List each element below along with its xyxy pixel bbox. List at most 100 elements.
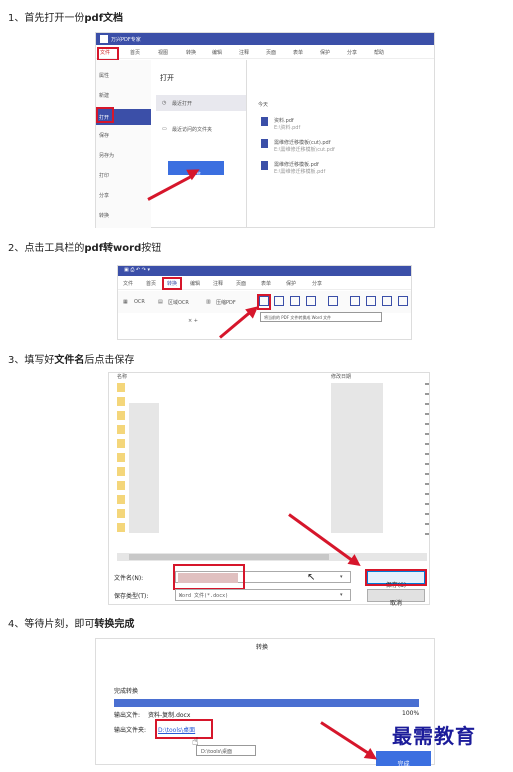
filetype-value: Word 文件(*.docx)	[179, 593, 229, 599]
menu-page[interactable]: 页面	[236, 280, 246, 287]
pdf-file-icon	[261, 117, 268, 126]
file-1-path: E:\资料.pdf	[274, 125, 301, 131]
pdf-to-ppt-button[interactable]	[290, 296, 300, 306]
menu-annotate[interactable]: 注释	[239, 49, 249, 56]
title-bar: ▣ ⎙ ↶ ↷ ▾	[118, 266, 411, 276]
area-ocr-button[interactable]: 区域OCR	[168, 299, 189, 306]
filetype-label: 保存类型(T):	[114, 593, 149, 600]
recent-open-label: 最近打开	[172, 101, 193, 107]
done-button[interactable]: 完成	[376, 751, 431, 768]
pdf-to-excel-button[interactable]	[274, 296, 284, 306]
menu-form[interactable]: 表单	[293, 49, 303, 56]
highlight-open	[96, 107, 114, 123]
progress-bar	[114, 699, 419, 707]
side-print[interactable]: 打印	[99, 172, 109, 179]
close-tab-icon[interactable]: × +	[188, 318, 198, 324]
convert-tool-icon[interactable]	[382, 296, 392, 306]
scrollbar-thumb[interactable]	[129, 554, 329, 560]
convert-tool-icon[interactable]	[350, 296, 360, 306]
side-convert[interactable]: 转换	[99, 212, 109, 219]
step-3-caption: 3、填写好文件名后点击保存	[8, 355, 135, 366]
menu-share[interactable]: 分享	[347, 49, 357, 56]
menu-convert[interactable]: 转换	[186, 49, 196, 56]
file-3-name[interactable]: 需维修迁移模板.pdf	[274, 161, 319, 168]
filetype-select[interactable]: Word 文件(*.docx) ▾	[175, 589, 351, 601]
compress-pdf-button[interactable]: 压缩PDF	[216, 299, 236, 306]
hand-cursor-icon: ☝	[192, 735, 199, 748]
menu-file[interactable]: 文件	[123, 280, 133, 287]
divider	[246, 60, 247, 228]
column-date: 修改日期	[331, 374, 352, 380]
column-name: 名称	[117, 374, 128, 380]
tooltip: D:\tools\桌面	[196, 745, 256, 756]
step-4-caption: 4、等待片刻，即可转换完成	[8, 619, 135, 630]
highlight-convert-tab	[162, 277, 182, 290]
menu-protect[interactable]: 保护	[320, 49, 330, 56]
file-sidebar: 属性 新建 打开 保存 另存为 打印 分享 转换	[96, 60, 151, 228]
folder-icon: ▭	[162, 126, 167, 132]
panel-title: 打开	[160, 74, 174, 82]
menu-view[interactable]: 视图	[158, 49, 168, 56]
side-share[interactable]: 分享	[99, 192, 109, 199]
scrollbar-ticks	[425, 383, 429, 543]
side-save-as[interactable]: 另存为	[99, 152, 114, 159]
ocr-button[interactable]: OCR	[134, 299, 145, 305]
folder-icons	[117, 383, 125, 533]
recent-open-button[interactable]: ◷ 最近打开	[156, 95, 246, 111]
quick-access-icons: ▣ ⎙ ↶ ↷ ▾	[124, 267, 150, 273]
menu-help[interactable]: 帮助	[374, 49, 384, 56]
red-arrow	[219, 310, 252, 339]
menu-share[interactable]: 分享	[312, 280, 322, 287]
convert-tool-icon[interactable]	[398, 296, 408, 306]
title-bar: 万兴PDF专家	[96, 33, 434, 45]
screenshot-save-dialog: 名称 修改日期 文件名(N): ▾ 保存类型(T): Word 文件(*.doc…	[108, 372, 430, 607]
recent-folder-label: 最近访问的文件夹	[172, 127, 213, 133]
pdf-file-icon	[261, 161, 268, 170]
dialog-title: 转换	[256, 644, 269, 651]
menu-home[interactable]: 首页	[130, 49, 140, 56]
side-properties[interactable]: 属性	[99, 72, 109, 79]
file-2-path: E:\需维修迁移模板\cut.pdf	[274, 147, 335, 153]
highlight-file-menu	[97, 47, 119, 61]
chevron-down-icon[interactable]: ▾	[340, 574, 343, 580]
menu-form[interactable]: 表单	[261, 280, 271, 287]
cancel-label: 取消	[389, 600, 402, 607]
convert-tool-icon[interactable]	[366, 296, 376, 306]
pdf-to-image-button[interactable]	[306, 296, 316, 306]
app-logo-icon	[100, 35, 108, 43]
cursor-icon: ↖	[307, 572, 316, 583]
file-1-name[interactable]: 资料.pdf	[274, 117, 294, 124]
highlight-save	[365, 569, 427, 586]
progress-label: 100%	[402, 710, 420, 717]
menu-annotate[interactable]: 注释	[213, 280, 223, 287]
compress-icon: ▥	[206, 299, 211, 305]
cancel-button[interactable]: 取消	[367, 589, 425, 607]
file-3-path: E:\需维修迁移模板.pdf	[274, 169, 326, 175]
chevron-down-icon[interactable]: ▾	[340, 592, 343, 598]
menu-protect[interactable]: 保护	[286, 280, 296, 287]
recent-folder-button[interactable]: ▭ 最近访问的文件夹	[156, 123, 246, 137]
menu-page[interactable]: 页面	[266, 49, 276, 56]
output-file-label: 输出文件:	[114, 712, 141, 719]
blurred-names	[129, 403, 159, 533]
side-new[interactable]: 新建	[99, 92, 109, 99]
app-title: 万兴PDF专家	[111, 37, 141, 43]
pdf-file-icon	[261, 139, 268, 148]
ocr-icon: ▦	[123, 299, 128, 305]
status-text: 完成转换	[114, 688, 139, 695]
today-label: 今天	[258, 102, 269, 108]
horizontal-scrollbar[interactable]	[117, 553, 427, 561]
file-2-name[interactable]: 需维修迁移模板(cut).pdf	[274, 139, 330, 146]
menu-edit[interactable]: 编辑	[190, 280, 200, 287]
tooltip-text: 将当前的 PDF 文件转换成 Word 文件	[264, 315, 332, 320]
menu-bar: 文件 首页 视图 转换 编辑 注释 页面 表单 保护 分享 帮助	[96, 45, 434, 59]
menu-edit[interactable]: 编辑	[212, 49, 222, 56]
watermark: 最需教育	[392, 724, 476, 748]
progress-fill	[114, 699, 419, 707]
step-1-caption: 1、首先打开一份pdf文档	[8, 13, 124, 24]
side-save[interactable]: 保存	[99, 132, 109, 139]
menu-home[interactable]: 首页	[146, 280, 156, 287]
convert-tool-icon[interactable]	[328, 296, 338, 306]
screenshot-convert-done: 转换 完成转换 输出文件: 资料-复制.docx 100% 输出文件夹: D:\…	[95, 638, 435, 768]
filename-label: 文件名(N):	[114, 575, 144, 582]
